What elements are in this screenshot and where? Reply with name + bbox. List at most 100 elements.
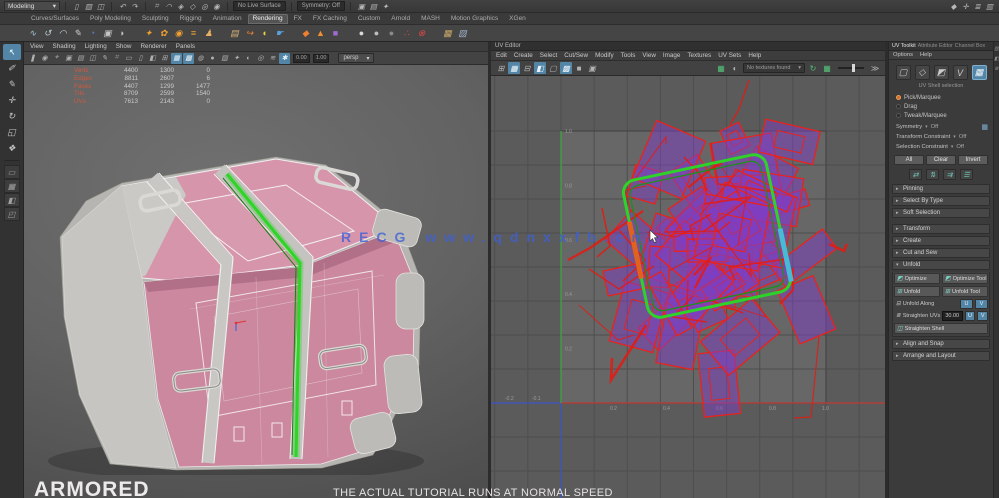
snap-grid-icon[interactable]: ⌗ (151, 1, 162, 12)
filtered-image-icon[interactable]: ▩ (560, 62, 572, 74)
shelf-tab[interactable]: Animation (208, 14, 247, 24)
screen-icon[interactable]: ▣ (101, 27, 114, 40)
scale-tool[interactable]: ◱ (3, 124, 21, 140)
pencil-curve-icon[interactable]: ✎ (71, 27, 84, 40)
snap-curve-icon[interactable]: ◠ (163, 1, 174, 12)
render-icon[interactable]: ▣ (356, 1, 367, 12)
uv-canvas[interactable]: 0.20.40.60.81.0-0.2-0.10.20.40.60.81.0 (491, 76, 885, 498)
arc-icon[interactable]: ◠ (56, 27, 69, 40)
undo-icon[interactable]: ↶ (117, 1, 128, 12)
resolution-gate-icon[interactable]: ▯ (135, 53, 146, 64)
viewport-menu-item[interactable]: View (30, 43, 44, 50)
pentagon-prim-icon[interactable]: ◆ (299, 27, 312, 40)
crate-model[interactable] (60, 157, 424, 470)
safe-title-icon[interactable]: ▩ (183, 53, 194, 64)
lasso-tool[interactable]: ✐ (3, 60, 21, 76)
lambert-sphere-icon[interactable]: ● (355, 27, 368, 40)
multi-cut-icon[interactable]: ✿ (157, 27, 170, 40)
toolkit-dropdown-row[interactable]: Selection Constraint ▾ Off (892, 142, 990, 152)
shelf-tab[interactable]: Rigging (175, 14, 207, 24)
select-scope-button[interactable]: Clear (926, 155, 956, 165)
section-unfold[interactable]: ▾Unfold (892, 260, 990, 270)
uv-shell-mode-icon[interactable]: ▦ (972, 65, 987, 80)
viewport-menu-item[interactable]: Shading (53, 43, 76, 50)
refresh-texture-icon[interactable]: ↻ (807, 62, 819, 74)
clipboard-icon[interactable]: ▤ (228, 27, 241, 40)
convert-to-uv-icon[interactable]: ⇄ (909, 169, 922, 180)
grid-toggle-icon[interactable]: ⌗ (111, 53, 122, 64)
select-tool[interactable]: ↖ (3, 44, 21, 60)
section-transform[interactable]: ▸Transform (892, 224, 990, 234)
checker-display-icon[interactable]: ▦ (508, 62, 520, 74)
straighten-u-button[interactable]: U (965, 311, 976, 321)
blinn-sphere-icon[interactable]: ● (370, 27, 383, 40)
make-live-icon[interactable]: ◉ (211, 1, 222, 12)
snap-plane-icon[interactable]: ◇ (187, 1, 198, 12)
uv-menu-item[interactable]: Help (748, 52, 761, 59)
snap-view-icon[interactable]: ◎ (199, 1, 210, 12)
optimize-tool-button[interactable]: ◩Optimize Tool (942, 273, 988, 284)
last-tool[interactable]: ❖ (3, 140, 21, 156)
dark-sphere-icon[interactable]: ● (385, 27, 398, 40)
loop-icon[interactable]: ◖ (258, 27, 271, 40)
open-scene-icon[interactable]: ▨ (83, 1, 94, 12)
character-icon[interactable]: ♟ (202, 27, 215, 40)
exposure-field[interactable]: 0.00 (293, 54, 310, 63)
quad-draw-icon[interactable]: ✦ (142, 27, 155, 40)
lighting-icon[interactable]: ✦ (231, 53, 242, 64)
live-surface-field[interactable]: No Live Surface (233, 1, 286, 11)
tool-settings-tab-icon[interactable]: ◧ (994, 56, 999, 62)
uv-menu-item[interactable]: Image (663, 52, 681, 59)
texture-borders-icon[interactable]: ▣ (586, 62, 598, 74)
shelf-tab[interactable]: Sculpting (137, 14, 174, 24)
uv-distortion-icon[interactable]: ⊞ (495, 62, 507, 74)
section-pinning[interactable]: ▸Pinning (892, 184, 990, 194)
uv-snapshot-icon[interactable]: ▦ (441, 27, 454, 40)
wireframe-icon[interactable]: ◍ (195, 53, 206, 64)
toolkit-menu-item[interactable]: Help (920, 52, 932, 58)
shadows-icon[interactable]: ◐ (243, 53, 254, 64)
attribute-editor-tab-icon[interactable]: ▥ (994, 46, 999, 52)
screenspace-ao-icon[interactable]: ◎ (255, 53, 266, 64)
grease-pencil-icon[interactable]: ✎ (99, 53, 110, 64)
film-gate-icon[interactable]: ▭ (123, 53, 134, 64)
select-scope-button[interactable]: All (894, 155, 924, 165)
uv-menu-item[interactable]: Tools (621, 52, 636, 59)
toolkit-dropdown-row[interactable]: Symmetry ▾ Off ▦ (892, 122, 990, 132)
new-scene-icon[interactable]: ▯ (71, 1, 82, 12)
select-scope-button[interactable]: Invert (958, 155, 988, 165)
red-dots-icon[interactable]: ∴ (400, 27, 413, 40)
isolate-select-icon[interactable]: ◧ (534, 62, 546, 74)
viewport-menu-item[interactable]: Show (116, 43, 132, 50)
straighten-angle-field[interactable]: 30.00 (942, 311, 962, 321)
lock-camera-icon[interactable]: ◉ (39, 53, 50, 64)
convert-to-face-icon[interactable]: ⇉ (943, 169, 956, 180)
shelf-tab[interactable]: Custom (353, 14, 385, 24)
menu-set-selector[interactable]: Modeling ▾ (4, 1, 60, 11)
paint-select-tool[interactable]: ✎ (3, 76, 21, 92)
layout-split[interactable]: ◰ (4, 207, 20, 221)
symmetry-field[interactable]: Symmetry: Off (297, 1, 345, 11)
dim-image-icon[interactable]: ◐ (729, 62, 741, 74)
image-plane-icon[interactable]: ▤ (75, 53, 86, 64)
viewport-menu-item[interactable]: Renderer (140, 43, 166, 50)
selection-style-radio[interactable]: Pick/Marquee (892, 93, 990, 102)
camera-selector[interactable]: persp ▾ (338, 53, 374, 63)
shelf-tab[interactable]: Rendering (248, 14, 288, 24)
selection-style-radio[interactable]: Tweak/Marquee (892, 111, 990, 120)
camera-attributes-icon[interactable]: ⌖ (51, 53, 62, 64)
expand-toolbar-icon[interactable]: ≫ (869, 62, 881, 74)
triangle-prim-icon[interactable]: ▲ (314, 27, 327, 40)
shelf-tab[interactable]: Arnold (386, 14, 415, 24)
select-camera-icon[interactable]: ❚ (27, 53, 38, 64)
uv-snap-icon[interactable]: ⊟ (521, 62, 533, 74)
section-create[interactable]: ▸Create (892, 236, 990, 246)
uv-face-mode-icon[interactable]: ◩ (934, 65, 949, 80)
shelf-tab[interactable]: Curves/Surfaces (26, 14, 84, 24)
toolkit-tab[interactable]: UV Toolkit (892, 43, 916, 49)
unfold-tool-button[interactable]: ⊞Unfold Tool (942, 286, 988, 297)
safe-action-icon[interactable]: ▦ (171, 53, 182, 64)
section-align-and-snap[interactable]: ▸Align and Snap (892, 339, 990, 349)
unfold-along-u-button[interactable]: U (960, 299, 973, 309)
sphere-ui-icon[interactable]: ◔ (86, 27, 99, 40)
